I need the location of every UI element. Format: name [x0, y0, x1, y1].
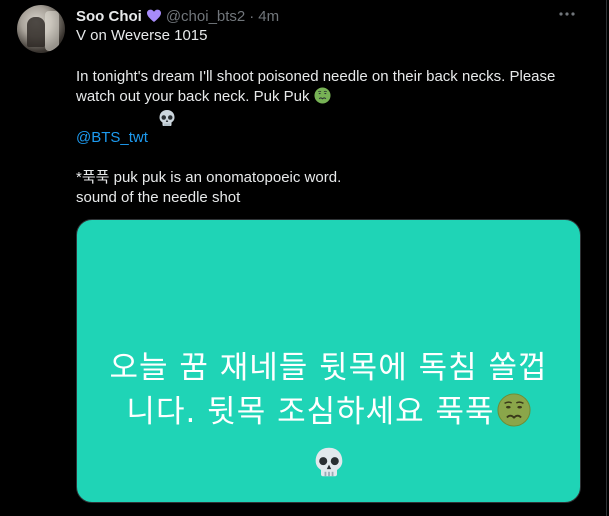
media-text-line2: 니다. 뒷목 조심하세요 푹푹: [77, 390, 580, 434]
media-text-line2-text: 니다. 뒷목 조심하세요 푹푹: [126, 394, 495, 430]
tweet-note-line1: *푹푹 puk puk is an onomatopoeic word.: [76, 169, 342, 186]
tweet-header: Soo Choi @choi_bts2 · 4m: [76, 6, 279, 26]
purple-heart-icon: [146, 8, 162, 24]
tweet-text-line1: V on Weverse 1015: [76, 27, 208, 44]
tweet-note-line2: sound of the needle shot: [76, 189, 241, 206]
nauseated-face-icon: [497, 393, 531, 427]
avatar-photo-shape: [27, 17, 45, 47]
nauseated-face-emoji-icon: [314, 87, 331, 104]
tweet-media-image[interactable]: 오늘 꿈 재네들 뒷목에 독침 쏠껍 니다. 뒷목 조심하세요 푹푹: [76, 219, 581, 503]
more-icon: [559, 12, 575, 16]
avatar[interactable]: [17, 5, 65, 53]
display-name[interactable]: Soo Choi: [76, 8, 142, 25]
media-text-line1: 오늘 꿈 재네들 뒷목에 독침 쏠껍: [109, 350, 548, 386]
skull-emoji-icon: [158, 109, 176, 133]
separator-dot: ·: [249, 7, 255, 25]
avatar-photo-highlight: [45, 11, 59, 51]
user-handle[interactable]: @choi_bts2: [166, 8, 245, 25]
tweet[interactable]: Soo Choi @choi_bts2 · 4m V on Weverse 10…: [0, 0, 607, 516]
tweet-text-paragraph: In tonight's dream I'll shoot poisoned n…: [76, 67, 581, 107]
more-options-button[interactable]: [556, 3, 578, 25]
mention-link[interactable]: @BTS_twt: [76, 128, 148, 148]
skull-icon: [315, 447, 343, 477]
timestamp[interactable]: 4m: [258, 8, 279, 25]
